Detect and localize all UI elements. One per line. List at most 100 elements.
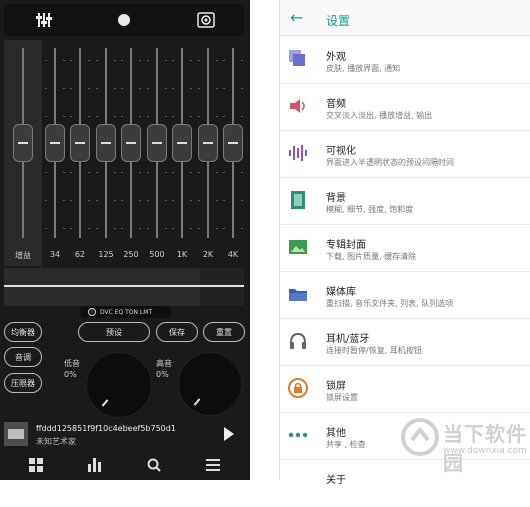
settings-item-appearance[interactable]: 外观 皮肤, 播放界面, 通知 [280,37,530,84]
bass-knob[interactable] [86,352,152,418]
now-playing-bar[interactable]: ffddd125851f9f10c4ebeef5b750d1 未知艺术家 [4,420,244,450]
slider-tick [172,228,174,229]
slider-tick [172,116,174,117]
menu-icon[interactable] [203,456,223,474]
back-arrow-icon[interactable]: ← [290,10,303,26]
background-icon [288,190,308,210]
bass-knob-indicator [101,399,109,407]
slider-tick [114,200,116,201]
slider-tick [114,228,116,229]
settings-item-title: 专辑封面 [326,240,366,251]
slider-tick [190,88,192,89]
settings-item-background[interactable]: 背景 模糊, 细节, 强度, 饱和度 [280,178,530,225]
dsp-status-text: DVC EQ TON LMT [100,308,153,316]
treble-knob[interactable] [178,352,242,416]
settings-item-subtitle: 共享 , 检查 [326,440,366,449]
slider-tick [190,172,192,173]
slider-tick [198,116,200,117]
band-slider-handle[interactable] [96,124,116,162]
bars-icon[interactable] [85,456,105,474]
slider-tick [147,60,149,61]
slider-tick [172,172,174,173]
watermark-url: www.downxia.com [443,446,527,456]
gain-slider-handle[interactable] [13,124,33,162]
dsp-status-chip[interactable]: i DVC EQ TON LMT [80,306,172,318]
slider-tick [241,200,243,201]
slider-tick [45,60,47,61]
settings-item-subtitle: 重扫描, 音乐文件夹, 列表, 队列选项 [326,299,454,308]
mode-limiter-button[interactable]: 压限器 [4,373,42,393]
slider-tick [216,116,218,117]
slider-tick [114,116,116,117]
slider-tick [63,172,65,173]
slider-tick [121,60,123,61]
slider-tick [139,88,141,89]
slider-tick [147,116,149,117]
slider-tick [198,228,200,229]
mode-equalizer-button[interactable]: 均衡器 [4,322,42,342]
slider-tick [190,200,192,201]
band-slider-handle[interactable] [172,124,192,162]
treble-value: 0% [156,370,169,379]
settings-item-headset[interactable]: 耳机/蓝牙 连接时暂停/恢复, 耳机按钮 [280,319,530,366]
info-icon: i [88,308,96,316]
slider-tick [147,228,149,229]
album-art [4,422,28,446]
slider-tick [63,60,65,61]
settings-item-audio[interactable]: 音频 交叉淡入淡出, 播放增益, 输出 [280,84,530,131]
slider-tick [216,200,218,201]
slider-tick [241,116,243,117]
watermark: 当下软件园 www.downxia.com [395,412,530,478]
slider-tick [223,116,225,117]
slider-tick [63,200,65,201]
settings-item-title: 背景 [326,193,346,204]
slider-tick [70,88,72,89]
settings-item-lockscreen[interactable]: 锁屏 锁屏设置 [280,366,530,413]
slider-tick [223,88,225,89]
treble-label: 高音 [156,359,172,368]
settings-item-library[interactable]: 媒体库 重扫描, 音乐文件夹, 列表, 队列选项 [280,272,530,319]
speaker-icon[interactable] [186,4,226,36]
reset-button[interactable]: 重置 [203,322,245,342]
slider-tick [121,228,123,229]
slider-tick [190,60,192,61]
equalizer-panel: 增益 34 62 125 250 500 1K 2K 4K i DVC EQ T… [0,0,250,480]
slider-tick [241,60,243,61]
lock-icon [288,378,308,398]
preset-button[interactable]: 预设 [78,322,150,342]
search-icon[interactable] [144,456,164,474]
mode-tone-button[interactable]: 音调 [4,347,42,367]
volume-icon [288,96,308,116]
settings-item-title: 耳机/蓝牙 [326,334,370,345]
slider-tick [96,116,98,117]
slider-tick [223,172,225,173]
settings-item-album-art[interactable]: 专辑封面 下载, 图片质量, 缓存清除 [280,225,530,272]
grid-icon[interactable] [26,456,46,474]
settings-item-subtitle: 锁屏设置 [326,393,358,402]
settings-item-visualization[interactable]: 可视化 界面进入半透明状态的预设间隔时间 [280,131,530,178]
slider-tick [190,228,192,229]
eq-top-tabs [4,4,244,36]
slider-tick [96,228,98,229]
sliders-icon[interactable] [24,4,64,36]
slider-tick [147,88,149,89]
circle-icon[interactable] [104,4,144,36]
band-slider-handle[interactable] [70,124,90,162]
band-slider-handle[interactable] [121,124,141,162]
slider-tick [114,88,116,89]
watermark-logo-icon [401,418,439,456]
play-icon[interactable] [224,427,234,441]
slider-tick [172,88,174,89]
info-icon [288,472,308,492]
save-button[interactable]: 保存 [156,322,198,342]
slider-tick [216,172,218,173]
eq-sliders: 增益 34 62 125 250 500 1K 2K 4K [4,40,244,266]
band-slider-handle[interactable] [223,124,243,162]
slider-tick [63,88,65,89]
slider-tick [70,228,72,229]
slider-tick [216,228,218,229]
band-slider-handle[interactable] [198,124,218,162]
band-slider-handle[interactable] [45,124,65,162]
slider-tick [121,172,123,173]
band-slider-handle[interactable] [147,124,167,162]
